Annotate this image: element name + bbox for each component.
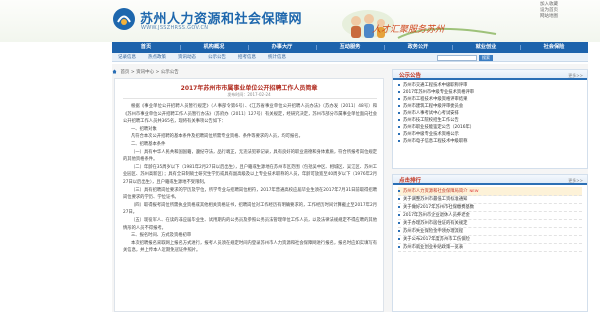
article-paragraph: （二）年龄在35周岁以下（1981年2月27日以后出生），且户籍或生源地在苏州市… bbox=[123, 164, 377, 185]
list-item[interactable]: 2017年苏州市中级专业技术资格评审 bbox=[398, 89, 582, 96]
bullet-icon bbox=[398, 205, 400, 208]
list-item[interactable]: 关于做好2017年苏州市社保缴费基数 bbox=[398, 204, 582, 212]
list-item[interactable]: 关于办理苏州市居住证的有关规定 bbox=[398, 220, 582, 228]
article-body: 根据《事业单位公开招聘人员暂行规定》（人事部令第6号）、《江苏省事业单位公开招聘… bbox=[123, 103, 377, 255]
bullet-icon bbox=[398, 245, 400, 248]
bullet-icon bbox=[398, 118, 400, 121]
article-panel: 2017年苏州市市属事业单位公开招聘工作人员简章 发布时间：2017-02-24… bbox=[114, 78, 384, 312]
bullet-icon bbox=[398, 213, 400, 216]
bullet-icon bbox=[398, 83, 400, 86]
list-item[interactable]: 苏州市技工院校招生工作公告 bbox=[398, 117, 582, 124]
highlights-title: 点击排行 bbox=[399, 178, 422, 184]
sitemap-link[interactable]: 网站地图 bbox=[540, 14, 596, 20]
notices-title: 公示公告 bbox=[399, 73, 422, 79]
breadcrumb-notices[interactable]: 公示公告 bbox=[161, 70, 179, 75]
highlights-list: 苏州市人力资源和社会保障局简介 NEW 关于调整苏州市最低工资标准通知 关于做好2… bbox=[393, 185, 587, 252]
home-icon bbox=[112, 69, 117, 74]
list-item[interactable]: 苏州市交通工程技术中级职称评审 bbox=[398, 82, 582, 89]
article-paragraph: 本次招聘报名采取网上报名方式进行，报考人员须在规定时间内登录苏州市人力资源和社会… bbox=[123, 240, 377, 254]
nav-item-interaction[interactable]: 互动服务 bbox=[316, 42, 384, 53]
breadcrumb-home[interactable]: 首页 bbox=[120, 70, 129, 75]
notices-more-link[interactable]: 更多>> bbox=[568, 73, 583, 79]
article-paragraph: （一）具有中华人民共和国国籍，遵纪守法，品行端正，无违法犯罪记录，具有良好的职业… bbox=[123, 149, 377, 163]
breadcrumb: 首页 > 资讯中心 > 公示公告 bbox=[112, 69, 384, 78]
highlights-more-link[interactable]: 更多>> bbox=[568, 178, 583, 184]
highlights-box: 点击排行 更多>> 苏州市人力资源和社会保障局简介 NEW 关于调整苏州市最低工资… bbox=[392, 174, 588, 312]
nav-item-service-hall[interactable]: 办事大厅 bbox=[248, 42, 316, 53]
bullet-icon bbox=[398, 125, 400, 128]
nav-item-social-insurance[interactable]: 社会保险 bbox=[520, 42, 588, 53]
article-paragraph: 凡符合本次公开招聘的基本条件及招聘岗位所需专业资格、条件等要求的人员，均可报名。 bbox=[131, 134, 303, 140]
nav-item-government-affairs[interactable]: 政务公开 bbox=[384, 42, 452, 53]
article-paragraph: 根据《事业单位公开招聘人员暂行规定》（人事部令第6号）、《江苏省事业单位公开招聘… bbox=[123, 104, 377, 125]
subnav-item-records[interactable]: 记录信息 bbox=[118, 54, 136, 61]
bullet-icon bbox=[398, 132, 400, 135]
list-item[interactable]: 苏州市建筑工程中级评审委员会 bbox=[398, 103, 582, 110]
article-paragraph: 一、招聘对象 bbox=[131, 126, 157, 132]
list-item[interactable]: 苏州市人力资源和社会保障局简介 NEW bbox=[398, 187, 582, 196]
search-button[interactable]: 搜索 bbox=[479, 55, 493, 61]
list-item[interactable]: 苏州市中级专业技术资格公示 bbox=[398, 131, 582, 138]
breadcrumb-separator: > bbox=[155, 70, 160, 75]
nav-item-home[interactable]: 首页 bbox=[112, 42, 180, 53]
bullet-icon bbox=[398, 197, 400, 200]
banner-slogan: 人才汇聚服务苏州 bbox=[372, 25, 445, 35]
bullet-icon bbox=[398, 111, 400, 114]
bullet-icon bbox=[398, 221, 400, 224]
article-paragraph: （五）现役军人、在读的非应届毕业生、试用期内的公务员及参照公务员法管理单位工作人… bbox=[123, 217, 377, 231]
notices-header: 公示公告 更多>> bbox=[393, 70, 587, 80]
list-item[interactable]: 苏州市工程技术中级资格评审结果 bbox=[398, 96, 582, 103]
list-item[interactable]: 苏州市职业技能鉴定公告（2016年） bbox=[398, 124, 582, 131]
article-paragraph: 二、招聘基本条件 bbox=[131, 141, 166, 147]
new-badge: NEW bbox=[469, 188, 479, 193]
list-item[interactable]: 苏州市就业创业补贴政策一览表 bbox=[398, 244, 582, 252]
top-links: 加入收藏 设为首页 网站地图 bbox=[540, 2, 596, 20]
list-item[interactable]: 2017年苏州市企业退休人员养老金 bbox=[398, 212, 582, 220]
subnav-item-exams[interactable]: 招考信息 bbox=[238, 54, 256, 61]
bullet-icon bbox=[398, 104, 400, 107]
list-item[interactable]: 苏州市人事考试中心考试安排 bbox=[398, 110, 582, 117]
article-title: 2017年苏州市市属事业单位公开招聘工作人员简章 bbox=[180, 85, 318, 92]
article-paragraph: （四）取得报考岗位所需执业资格或其他相关资格证书，招聘岗位对工作经历有明确要求的… bbox=[123, 202, 377, 216]
breadcrumb-news-center[interactable]: 资讯中心 bbox=[136, 70, 154, 75]
notices-list: 苏州市交通工程技术中级职称评审 2017年苏州市中级专业技术资格评审 苏州市工程… bbox=[393, 80, 587, 145]
bullet-icon bbox=[398, 139, 400, 142]
nav-item-organization[interactable]: 机构概况 bbox=[180, 42, 248, 53]
notices-box: 公示公告 更多>> 苏州市交通工程技术中级职称评审 2017年苏州市中级专业技术… bbox=[392, 69, 588, 169]
bullet-icon bbox=[398, 90, 400, 93]
article-divider bbox=[123, 98, 377, 99]
list-item[interactable]: 关于调整苏州市最低工资标准通知 bbox=[398, 196, 582, 204]
site-logo-icon[interactable] bbox=[112, 7, 136, 31]
sub-nav: 记录信息 热点政策 资讯动态 公示公告 招考信息 统计信息 bbox=[112, 53, 588, 62]
article-paragraph: （三）具有招聘岗位要求的学历及学位，所学专业与招聘岗位相符，2017年普通高校应… bbox=[123, 187, 377, 201]
bullet-icon bbox=[398, 97, 400, 100]
subnav-item-news[interactable]: 资讯动态 bbox=[178, 54, 196, 61]
list-item[interactable]: 苏州市电子信息工程技术中级职称 bbox=[398, 138, 582, 145]
breadcrumb-separator: > bbox=[130, 70, 135, 75]
subnav-item-notices[interactable]: 公示公告 bbox=[208, 54, 226, 61]
bullet-icon bbox=[398, 229, 400, 232]
sidebar: 公示公告 更多>> 苏州市交通工程技术中级职称评审 2017年苏州市中级专业技术… bbox=[392, 64, 588, 312]
subnav-item-policy[interactable]: 热点政策 bbox=[148, 54, 166, 61]
subnav-item-statistics[interactable]: 统计信息 bbox=[268, 54, 286, 61]
nav-item-employment[interactable]: 就业创业 bbox=[452, 42, 520, 53]
list-item[interactable]: 苏州市失业保险金申领办理流程 bbox=[398, 228, 582, 236]
main-nav: 首页 机构概况 办事大厅 互动服务 政务公开 就业创业 社会保险 bbox=[112, 42, 588, 53]
bullet-icon bbox=[398, 189, 400, 192]
search-input[interactable] bbox=[437, 55, 477, 61]
list-item[interactable]: 关于公布2017年度苏州市工伤保险 bbox=[398, 236, 582, 244]
site-header: 苏州人力资源和社会保障网 WWW.JSSZHRSS.GOV.CN 人才汇聚服务苏… bbox=[0, 0, 600, 42]
site-url: WWW.JSSZHRSS.GOV.CN bbox=[141, 25, 209, 31]
article-paragraph: 三、报名时间、方式及资格初审 bbox=[131, 233, 192, 239]
bullet-icon bbox=[398, 237, 400, 240]
highlights-header: 点击排行 更多>> bbox=[393, 175, 587, 185]
